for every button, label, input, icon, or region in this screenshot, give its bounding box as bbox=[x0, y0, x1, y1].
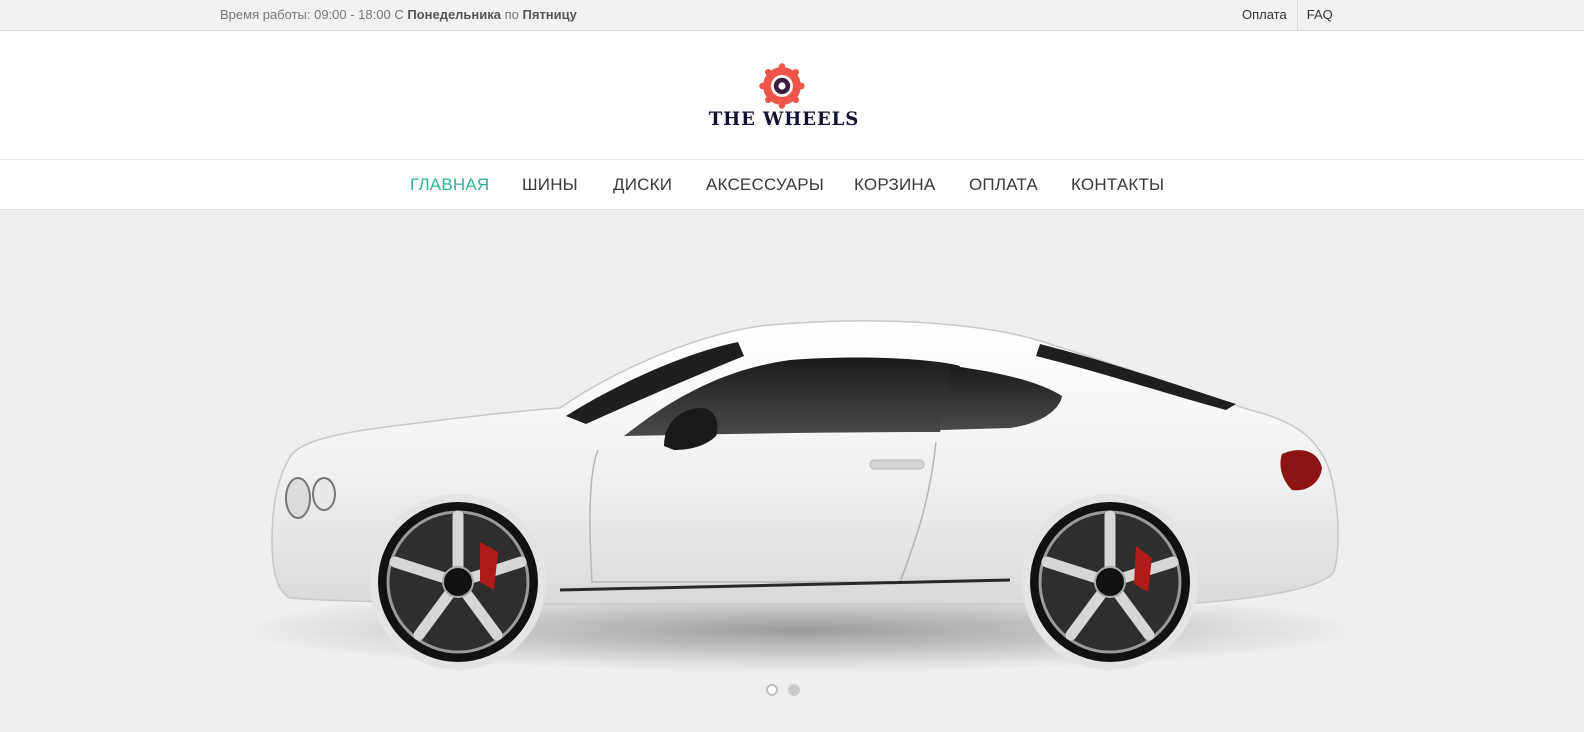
hours-mid: по bbox=[501, 7, 523, 22]
top-link-payment[interactable]: Оплата bbox=[1232, 0, 1297, 30]
nav-item-tires[interactable]: ШИНЫ bbox=[522, 175, 578, 195]
top-link-faq[interactable]: FAQ bbox=[1296, 0, 1343, 30]
wheel-logo-icon bbox=[759, 63, 805, 109]
hours-prefix: Время работы: 09:00 - 18:00 С bbox=[220, 7, 408, 22]
main-nav: ГЛАВНАЯ ШИНЫ ДИСКИ АКСЕССУАРЫ КОРЗИНА ОП… bbox=[0, 160, 1584, 210]
nav-item-accessories[interactable]: АКСЕССУАРЫ bbox=[706, 175, 824, 195]
logo[interactable]: THE WHEELS bbox=[699, 63, 869, 131]
white-coupe-car-image bbox=[240, 320, 1360, 672]
working-hours: Время работы: 09:00 - 18:00 С Понедельни… bbox=[220, 7, 577, 22]
slider-dot-1[interactable] bbox=[766, 684, 778, 696]
top-links: Оплата FAQ bbox=[1232, 0, 1343, 30]
rear-wheel bbox=[1022, 494, 1198, 670]
hero-slider[interactable] bbox=[0, 210, 1584, 731]
nav-item-contacts[interactable]: КОНТАКТЫ bbox=[1071, 175, 1164, 195]
front-wheel bbox=[370, 494, 546, 670]
hours-to-day: Пятницу bbox=[522, 7, 577, 22]
slider-dot-2[interactable] bbox=[788, 684, 800, 696]
top-bar: Время работы: 09:00 - 18:00 С Понедельни… bbox=[0, 0, 1584, 31]
nav-item-rims[interactable]: ДИСКИ bbox=[613, 175, 672, 195]
nav-item-home[interactable]: ГЛАВНАЯ bbox=[410, 175, 489, 195]
nav-item-cart[interactable]: КОРЗИНА bbox=[854, 175, 935, 195]
site-header: THE WHEELS bbox=[0, 31, 1584, 160]
slider-dots bbox=[766, 684, 800, 696]
logo-text: THE WHEELS bbox=[708, 108, 860, 130]
nav-item-payment[interactable]: ОПЛАТА bbox=[969, 175, 1038, 195]
hours-from-day: Понедельника bbox=[407, 7, 502, 22]
